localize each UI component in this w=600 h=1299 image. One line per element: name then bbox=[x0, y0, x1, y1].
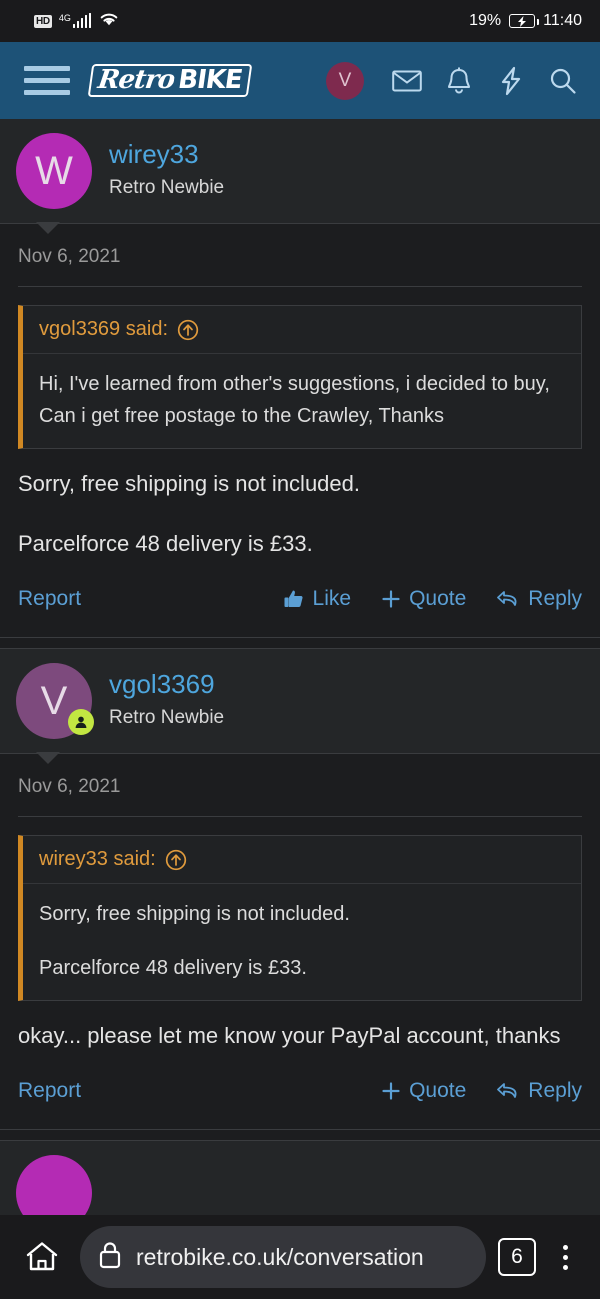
status-bar: HD 4G 19% 11:40 bbox=[0, 0, 600, 42]
post-header-meta: vgol3369 Retro Newbie bbox=[109, 663, 224, 732]
reply-button[interactable]: Reply bbox=[496, 1079, 582, 1103]
post-actions-right: Quote Reply bbox=[381, 1079, 582, 1103]
home-icon[interactable] bbox=[16, 1240, 68, 1274]
post-paragraph: okay... please let me know your PayPal a… bbox=[18, 1023, 561, 1048]
post-actions: Report Like Quote Reply bbox=[18, 561, 582, 637]
quote-body: Sorry, free shipping is not included. Pa… bbox=[23, 884, 581, 1000]
avatar-wrap[interactable]: W bbox=[16, 133, 92, 209]
url-text: retrobike.co.uk/conversation bbox=[136, 1243, 424, 1270]
hamburger-menu-icon[interactable] bbox=[24, 66, 70, 95]
status-bar-right: 19% 11:40 bbox=[469, 12, 582, 30]
post-text: Sorry, free shipping is not included. Pa… bbox=[18, 467, 582, 561]
post-date[interactable]: Nov 6, 2021 bbox=[18, 776, 582, 817]
network-type-label: 4G bbox=[58, 13, 71, 23]
quote-author-name: vgol3369 bbox=[39, 318, 121, 340]
signal-bars-glyph bbox=[72, 13, 92, 28]
thread-content[interactable]: W wirey33 Retro Newbie Nov 6, 2021 vgol3… bbox=[0, 119, 600, 1215]
post-partial-next bbox=[0, 1141, 600, 1215]
post-text: okay... please let me know your PayPal a… bbox=[18, 1019, 582, 1053]
quote-author-name: wirey33 bbox=[39, 848, 108, 870]
post-header: W wirey33 Retro Newbie bbox=[0, 119, 600, 234]
post-header bbox=[0, 1141, 600, 1215]
logo-retro-text: Retro bbox=[95, 65, 177, 95]
search-icon[interactable] bbox=[548, 66, 578, 96]
post-paragraph: Sorry, free shipping is not included. bbox=[18, 471, 360, 496]
hd-badge: HD bbox=[34, 14, 52, 28]
quote-paragraph: Sorry, free shipping is not included. bbox=[39, 903, 350, 925]
post-body: Nov 6, 2021 vgol3369 said: Hi, I've lear… bbox=[0, 224, 600, 637]
quote-label: Quote bbox=[409, 1079, 467, 1102]
wifi-icon bbox=[98, 10, 120, 32]
reply-label: Reply bbox=[528, 1079, 582, 1102]
quote-author-label: wirey33 said: bbox=[39, 848, 156, 871]
phone-screen: HD 4G 19% 11:40 Retro BIKE V W wirey33 R… bbox=[0, 0, 600, 1299]
url-bar[interactable]: retrobike.co.uk/conversation bbox=[80, 1226, 486, 1288]
post-author-link[interactable]: wirey33 bbox=[109, 138, 224, 170]
inbox-icon[interactable] bbox=[392, 66, 422, 96]
post-gap bbox=[0, 1130, 600, 1140]
quote-header: vgol3369 said: bbox=[23, 306, 581, 354]
avatar[interactable] bbox=[16, 1155, 92, 1215]
quote-block: vgol3369 said: Hi, I've learned from oth… bbox=[18, 305, 582, 449]
quote-paragraph: Parcelforce 48 delivery is £33. bbox=[39, 957, 307, 979]
logo-bike-text: BIKE bbox=[172, 65, 244, 95]
retrobike-logo[interactable]: Retro BIKE bbox=[87, 61, 252, 101]
quote-body: Hi, I've learned from other's suggestion… bbox=[23, 354, 581, 448]
reply-label: Reply bbox=[528, 587, 582, 610]
post-actions: Report Quote Reply bbox=[18, 1053, 582, 1129]
quote-button[interactable]: Quote bbox=[381, 1079, 466, 1103]
report-link[interactable]: Report bbox=[18, 1079, 81, 1103]
quote-author-label: vgol3369 said: bbox=[39, 318, 168, 341]
post-header-meta: wirey33 Retro Newbie bbox=[109, 133, 224, 202]
post-gap bbox=[0, 638, 600, 648]
quote-button[interactable]: Quote bbox=[381, 587, 466, 611]
kebab-menu-icon[interactable] bbox=[548, 1244, 582, 1270]
online-status-icon bbox=[68, 709, 94, 735]
avatar[interactable]: W bbox=[16, 133, 92, 209]
quote-said-label: said: bbox=[113, 848, 156, 870]
report-link[interactable]: Report bbox=[18, 587, 81, 611]
browser-toolbar: retrobike.co.uk/conversation 6 bbox=[0, 1215, 600, 1299]
quote-header: wirey33 said: bbox=[23, 836, 581, 884]
clock-label: 11:40 bbox=[543, 12, 582, 29]
quote-said-label: said: bbox=[125, 318, 168, 340]
reply-button[interactable]: Reply bbox=[496, 587, 582, 611]
post-vgol3369: V vgol3369 Retro Newbie Nov 6, 2021 wire… bbox=[0, 649, 600, 1141]
battery-charging-icon bbox=[509, 14, 540, 28]
quote-block: wirey33 said: Sorry, free shipping is no… bbox=[18, 835, 582, 1001]
like-label: Like bbox=[312, 587, 352, 610]
post-header: V vgol3369 Retro Newbie bbox=[0, 649, 600, 764]
header-icon-group: V bbox=[326, 61, 578, 100]
like-button[interactable]: Like bbox=[283, 587, 352, 611]
quote-paragraph: Hi, I've learned from other's suggestion… bbox=[39, 373, 550, 427]
retrobike-logo-inner: Retro BIKE bbox=[87, 64, 252, 97]
post-date[interactable]: Nov 6, 2021 bbox=[18, 246, 582, 287]
jump-to-post-icon[interactable] bbox=[177, 319, 199, 341]
tab-count-button[interactable]: 6 bbox=[498, 1238, 536, 1276]
post-author-link[interactable]: vgol3369 bbox=[109, 668, 224, 700]
site-header: Retro BIKE V bbox=[0, 42, 600, 119]
post-author-title: Retro Newbie bbox=[109, 177, 225, 198]
battery-percent-label: 19% bbox=[469, 12, 502, 29]
avatar-wrap[interactable]: V bbox=[16, 663, 94, 739]
jump-to-post-icon[interactable] bbox=[165, 849, 187, 871]
signal-bars-icon: 4G bbox=[58, 13, 92, 28]
post-body: Nov 6, 2021 wirey33 said: Sorry, free sh… bbox=[0, 754, 600, 1129]
status-bar-left: HD 4G bbox=[34, 10, 120, 32]
quote-label: Quote bbox=[409, 587, 467, 610]
post-paragraph: Parcelforce 48 delivery is £33. bbox=[18, 531, 313, 556]
post-wirey33: W wirey33 Retro Newbie Nov 6, 2021 vgol3… bbox=[0, 119, 600, 649]
alerts-bell-icon[interactable] bbox=[444, 66, 474, 96]
avatar-wrap[interactable] bbox=[16, 1155, 92, 1215]
post-author-title: Retro Newbie bbox=[109, 707, 225, 728]
post-actions-right: Like Quote Reply bbox=[283, 587, 582, 611]
account-avatar[interactable]: V bbox=[326, 61, 364, 100]
whats-new-bolt-icon[interactable] bbox=[496, 66, 526, 96]
lock-icon bbox=[98, 1240, 122, 1275]
